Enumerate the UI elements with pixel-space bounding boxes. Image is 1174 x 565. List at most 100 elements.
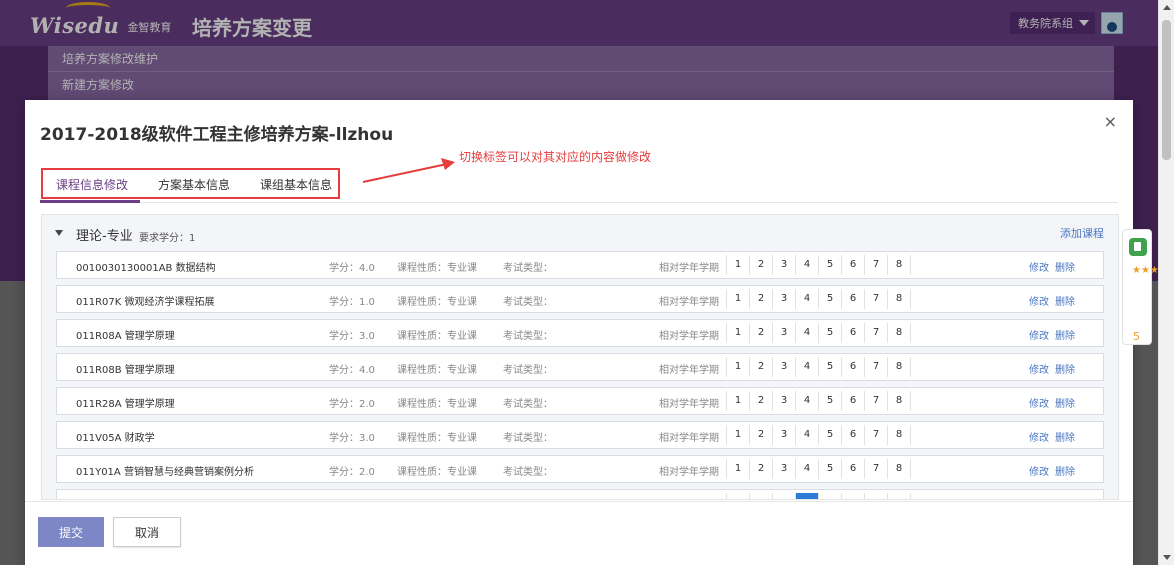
edit-course-link[interactable]: 修改	[1029, 429, 1049, 444]
term-option[interactable]: 7	[865, 391, 888, 411]
term-option[interactable]	[865, 493, 888, 499]
term-option[interactable]: 4	[796, 357, 819, 377]
course-row	[56, 489, 1104, 499]
delete-course-link[interactable]: 删除	[1055, 293, 1075, 308]
term-option[interactable]: 7	[865, 459, 888, 479]
term-option[interactable]: 1	[727, 391, 750, 411]
edit-course-link[interactable]: 修改	[1029, 395, 1049, 410]
term-option[interactable]: 1	[727, 459, 750, 479]
term-option[interactable]: 3	[773, 255, 796, 275]
term-option[interactable]: 6	[842, 357, 865, 377]
term-option[interactable]: 6	[842, 459, 865, 479]
term-option[interactable]: 4	[796, 323, 819, 343]
delete-course-link[interactable]: 删除	[1055, 327, 1075, 342]
submit-button[interactable]: 提交	[38, 517, 104, 547]
term-option[interactable]: 4	[796, 459, 819, 479]
term-option[interactable]: 5	[819, 255, 842, 275]
term-option[interactable]: 7	[865, 425, 888, 445]
term-option[interactable]: 2	[750, 391, 773, 411]
term-option[interactable]: 2	[750, 289, 773, 309]
edit-course-link[interactable]: 修改	[1029, 259, 1049, 274]
term-option[interactable]: 4	[796, 425, 819, 445]
delete-course-link[interactable]: 删除	[1055, 463, 1075, 478]
annotation-text: 切换标签可以对其对应的内容做修改	[459, 150, 652, 164]
term-option[interactable]: 1	[727, 255, 750, 275]
term-option[interactable]: 1	[727, 289, 750, 309]
term-option[interactable]: 6	[842, 425, 865, 445]
term-option[interactable]: 8	[888, 255, 911, 275]
rating-value: 5	[1133, 330, 1140, 343]
term-option[interactable]: 8	[888, 323, 911, 343]
term-option[interactable]: 5	[819, 391, 842, 411]
term-option[interactable]: 2	[750, 255, 773, 275]
term-option[interactable]	[773, 493, 796, 499]
term-option[interactable]: 6	[842, 391, 865, 411]
delete-course-link[interactable]: 删除	[1055, 429, 1075, 444]
edit-course-link[interactable]: 修改	[1029, 293, 1049, 308]
scroll-thumb[interactable]	[1162, 20, 1171, 160]
delete-course-link[interactable]: 删除	[1055, 361, 1075, 376]
course-code-name: 011V05A 财政学	[76, 433, 155, 444]
term-option[interactable]: 3	[773, 357, 796, 377]
rating-stars: ★★★★★	[1132, 266, 1174, 276]
term-option[interactable]	[796, 493, 819, 499]
term-option[interactable]: 2	[750, 425, 773, 445]
scroll-up-icon[interactable]	[1163, 5, 1171, 10]
term-option[interactable]: 7	[865, 255, 888, 275]
edit-course-link[interactable]: 修改	[1029, 463, 1049, 478]
cancel-button[interactable]: 取消	[113, 517, 181, 547]
term-option[interactable]: 3	[773, 391, 796, 411]
annotation-highlight-box	[41, 168, 340, 199]
edit-course-link[interactable]: 修改	[1029, 327, 1049, 342]
term-option[interactable]: 5	[819, 357, 842, 377]
term-option[interactable]: 5	[819, 289, 842, 309]
term-option[interactable]: 2	[750, 357, 773, 377]
term-option[interactable]: 2	[750, 323, 773, 343]
term-option[interactable]: 6	[842, 323, 865, 343]
page-scrollbar[interactable]	[1158, 0, 1174, 565]
term-option[interactable]: 1	[727, 425, 750, 445]
term-option[interactable]: 7	[865, 357, 888, 377]
rating-widget[interactable]: ★★★★★ 5	[1122, 229, 1174, 345]
term-option[interactable]: 3	[773, 459, 796, 479]
term-option[interactable]: 3	[773, 323, 796, 343]
term-option[interactable]: 8	[888, 391, 911, 411]
term-option[interactable]: 1	[727, 323, 750, 343]
term-option[interactable]: 7	[865, 323, 888, 343]
term-option[interactable]: 4	[796, 255, 819, 275]
term-option[interactable]	[842, 493, 865, 499]
term-option[interactable]	[888, 493, 911, 499]
term-option[interactable]	[750, 493, 773, 499]
delete-course-link[interactable]: 删除	[1055, 259, 1075, 274]
term-option[interactable]: 6	[842, 255, 865, 275]
course-row: 011R08A 管理学原理 学分：3.0 课程性质：专业课 考试类型： 相对学年学期 1 2…	[56, 319, 1104, 347]
term-option[interactable]: 5	[819, 459, 842, 479]
feedback-icon[interactable]	[1129, 238, 1147, 256]
term-option[interactable]: 2	[750, 459, 773, 479]
term-option[interactable]: 4	[796, 289, 819, 309]
delete-course-link[interactable]: 删除	[1055, 395, 1075, 410]
term-option[interactable]: 7	[865, 289, 888, 309]
term-option[interactable]: 4	[796, 391, 819, 411]
term-option[interactable]: 8	[888, 425, 911, 445]
course-group-header: 理论-专业 要求学分：1 添加课程	[42, 215, 1118, 251]
term-option[interactable]: 5	[819, 323, 842, 343]
term-option[interactable]: 6	[842, 289, 865, 309]
term-option[interactable]: 8	[888, 357, 911, 377]
course-code-name: 011R08B 管理学原理	[76, 365, 175, 376]
course-exam-type: 考试类型：	[503, 399, 553, 410]
scroll-down-icon[interactable]	[1163, 555, 1171, 560]
term-option[interactable]: 8	[888, 289, 911, 309]
term-option[interactable]: 3	[773, 289, 796, 309]
term-option[interactable]: 1	[727, 357, 750, 377]
term-option[interactable]: 8	[888, 459, 911, 479]
close-icon[interactable]: ×	[1104, 112, 1117, 131]
add-course-link[interactable]: 添加课程	[1060, 225, 1104, 241]
term-option[interactable]: 3	[773, 425, 796, 445]
term-option[interactable]	[819, 493, 842, 499]
edit-course-link[interactable]: 修改	[1029, 361, 1049, 376]
term-option[interactable]	[727, 493, 750, 499]
course-credit: 学分：3.0	[329, 331, 375, 342]
term-option[interactable]: 5	[819, 425, 842, 445]
collapse-caret-icon[interactable]	[55, 230, 63, 236]
